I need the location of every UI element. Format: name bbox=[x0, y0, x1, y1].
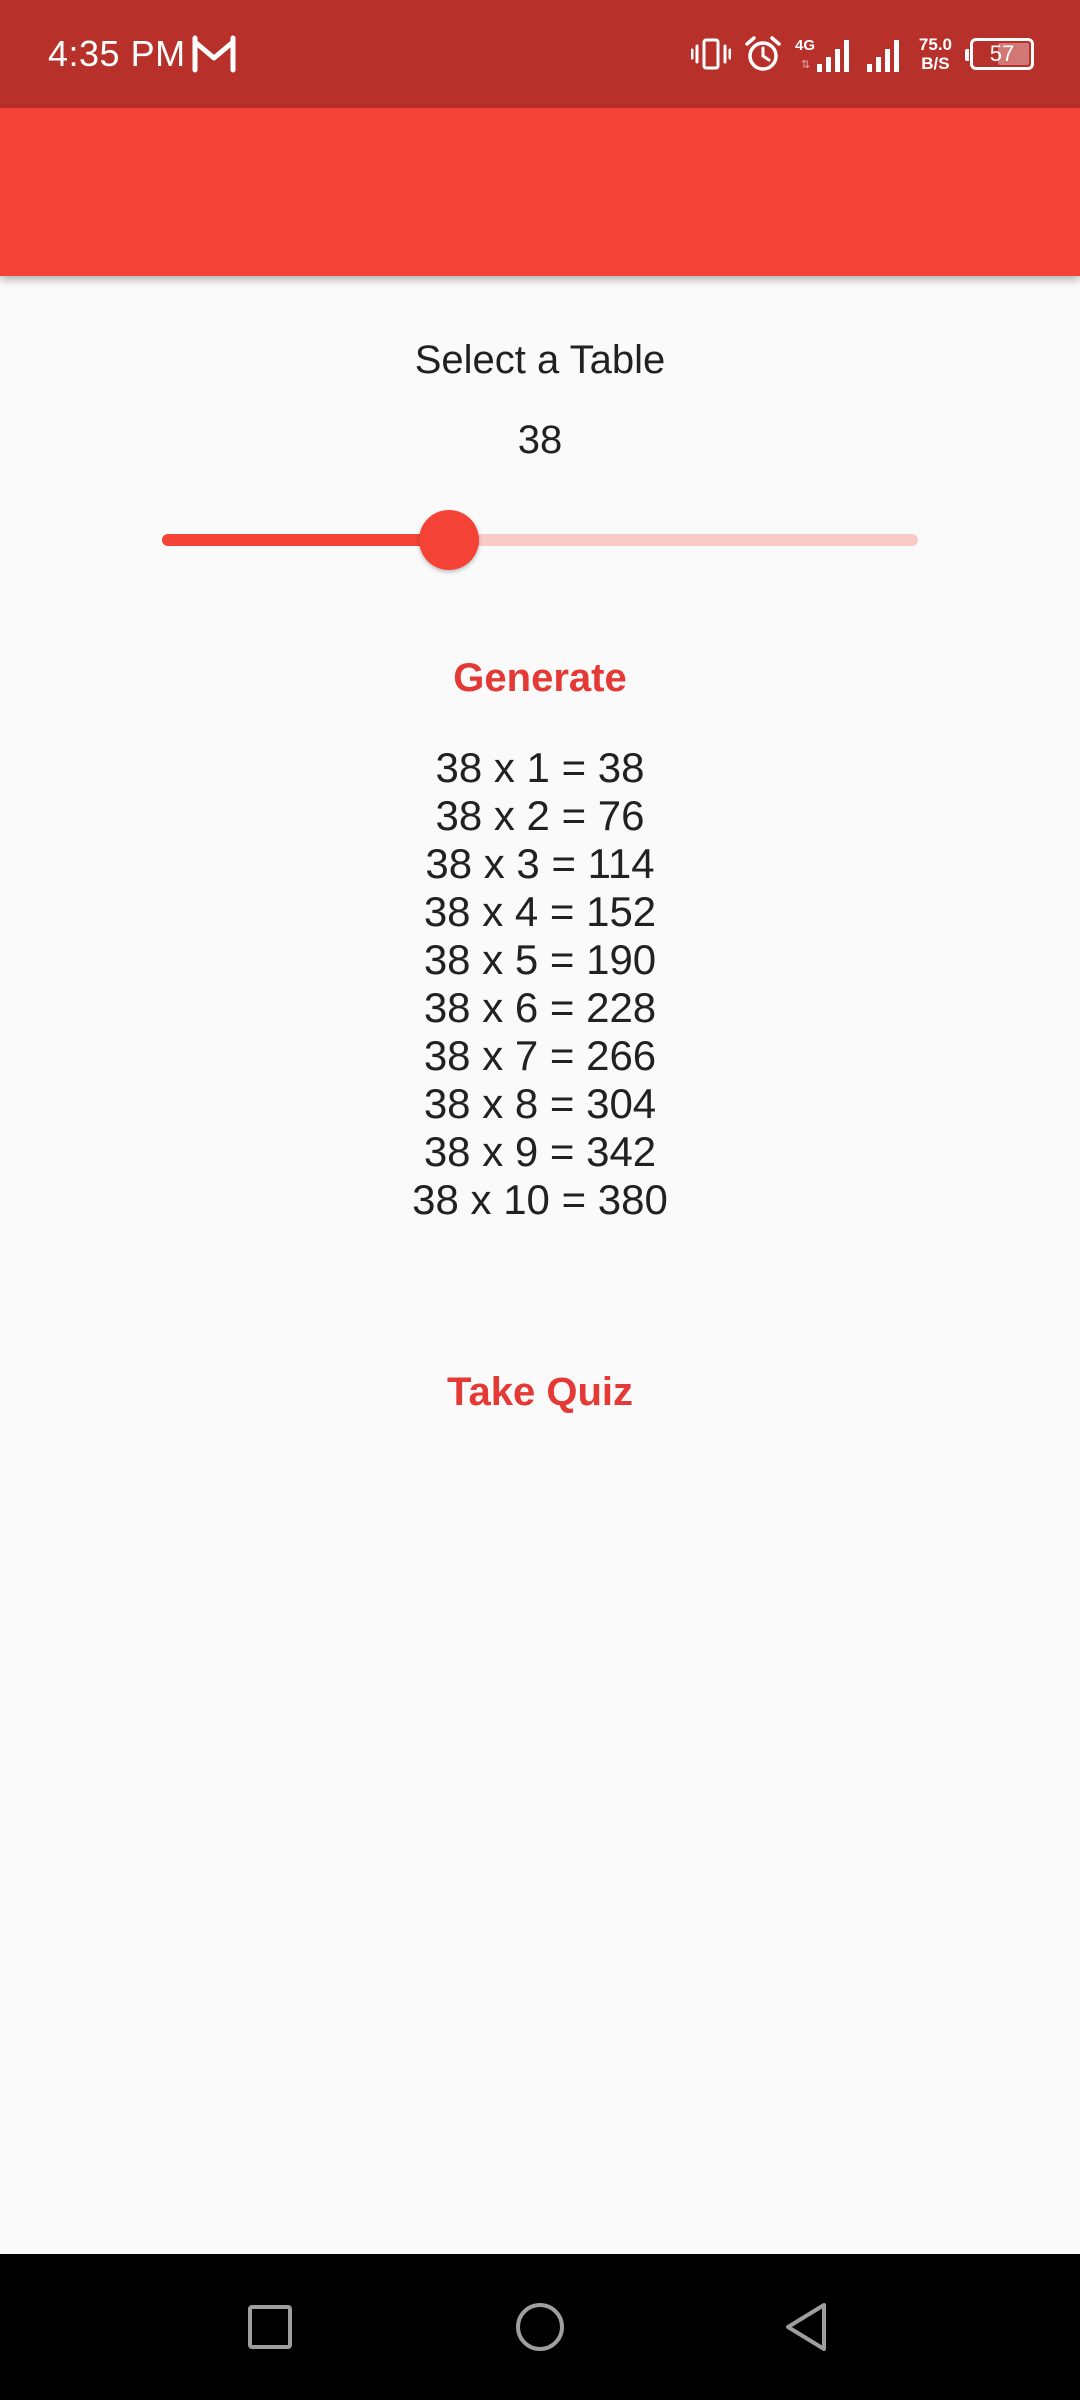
table-slider[interactable] bbox=[162, 510, 918, 570]
battery-level: 57 bbox=[989, 41, 1015, 66]
battery-icon: 57 bbox=[965, 38, 1034, 70]
select-table-title: Select a Table bbox=[414, 338, 666, 382]
alarm-icon bbox=[745, 36, 781, 71]
gmail-icon bbox=[192, 35, 236, 73]
table-row: 38 x 7 = 266 bbox=[423, 1032, 657, 1079]
back-icon bbox=[786, 2303, 826, 2351]
home-icon bbox=[516, 2303, 564, 2351]
multiplication-table: 38 x 1 = 38 38 x 2 = 76 38 x 3 = 114 38 x 4… bbox=[0, 744, 1080, 1224]
network-speed-unit: B/S bbox=[921, 54, 950, 73]
slider-value-label: 38 bbox=[517, 418, 563, 462]
table-row: 38 x 10 = 380 bbox=[412, 1176, 668, 1223]
table-row: 38 x 2 = 76 bbox=[435, 792, 645, 839]
app-bar bbox=[0, 108, 1080, 276]
main-content: Select a Table 38 Generate 38 x 1 = 38 38… bbox=[0, 276, 1080, 2254]
slider-thumb[interactable] bbox=[419, 510, 479, 570]
back-button[interactable] bbox=[776, 2297, 836, 2357]
network-type-label: 4G bbox=[795, 37, 815, 54]
signal-icon bbox=[866, 40, 899, 72]
signal-4g-icon: 4G ⇅ bbox=[795, 37, 849, 72]
generate-button[interactable]: Generate bbox=[429, 642, 650, 714]
network-speed-value: 75.0 bbox=[918, 35, 952, 54]
vibrate-icon bbox=[690, 38, 731, 70]
slider-active-track bbox=[162, 534, 449, 546]
table-row: 38 x 1 = 38 bbox=[435, 744, 645, 791]
table-row: 38 x 6 = 228 bbox=[423, 984, 657, 1031]
network-speed: 75.0 B/S bbox=[919, 35, 952, 73]
status-bar: 4:35 PM 4G ⇅ 75.0 B/S 57 bbox=[0, 0, 1080, 108]
navigation-bar bbox=[0, 2254, 1080, 2400]
svg-text:⇅: ⇅ bbox=[801, 59, 810, 71]
home-button[interactable] bbox=[510, 2297, 570, 2357]
recent-apps-button[interactable] bbox=[240, 2297, 300, 2357]
status-icons: 4G ⇅ 75.0 B/S 57 bbox=[690, 28, 1034, 80]
recent-apps-icon bbox=[248, 2305, 292, 2349]
take-quiz-button[interactable]: Take Quiz bbox=[423, 1356, 657, 1428]
table-row: 38 x 4 = 152 bbox=[423, 888, 657, 935]
table-row: 38 x 3 = 114 bbox=[425, 840, 655, 887]
table-row: 38 x 9 = 342 bbox=[423, 1128, 657, 1175]
table-row: 38 x 8 = 304 bbox=[423, 1080, 657, 1127]
table-row: 38 x 5 = 190 bbox=[423, 936, 657, 983]
status-time: 4:35 PM bbox=[48, 33, 186, 74]
